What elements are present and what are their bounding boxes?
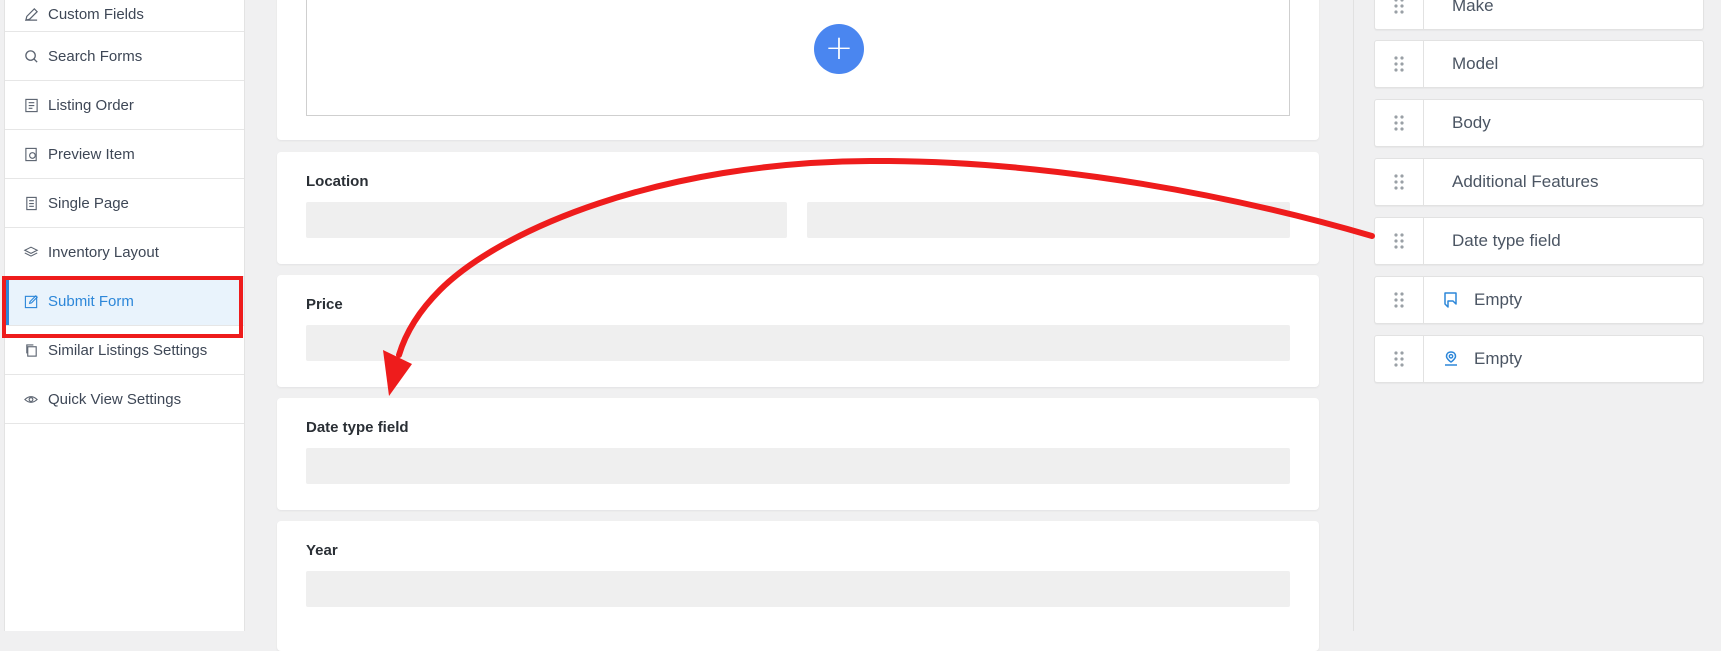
form-field-year[interactable]: Year	[277, 521, 1319, 651]
draggable-field-body[interactable]: Body	[1374, 99, 1704, 147]
bookmark-icon	[1442, 290, 1462, 310]
field-input-placeholder	[306, 448, 1290, 484]
sidebar-item-quick-view-settings[interactable]: Quick View Settings	[5, 375, 244, 424]
section-card: +	[277, 0, 1319, 140]
drag-handle-icon[interactable]	[1375, 0, 1424, 29]
sidebar-item-search-forms[interactable]: Search Forms	[5, 32, 244, 81]
field-name: Model	[1452, 54, 1499, 73]
sidebar-item-similar-listings-settings[interactable]: Similar Listings Settings	[5, 326, 244, 375]
sidebar-item-single-page[interactable]: Single Page	[5, 179, 244, 228]
draggable-field-empty[interactable]: Empty	[1374, 276, 1704, 324]
drag-handle-icon[interactable]	[1375, 277, 1424, 323]
sidebar-item-label: Submit Form	[48, 292, 134, 310]
field-input-placeholder	[306, 202, 787, 238]
field-name: Empty	[1474, 290, 1523, 309]
eye-icon	[23, 391, 39, 407]
sidebar-item-label: Single Page	[48, 194, 129, 212]
sidebar-item-label: Listing Order	[48, 96, 134, 114]
sidebar-item-label: Preview Item	[48, 145, 135, 163]
drag-handle-icon[interactable]	[1375, 100, 1424, 146]
drag-handle-icon[interactable]	[1375, 159, 1424, 205]
drag-handle-icon[interactable]	[1375, 41, 1424, 87]
sidebar-item-custom-fields[interactable]: Custom Fields	[5, 0, 244, 32]
sidebar-item-listing-order[interactable]: Listing Order	[5, 81, 244, 130]
page-icon	[23, 195, 39, 211]
field-label: Price	[306, 296, 343, 313]
form-field-price[interactable]: Price	[277, 275, 1319, 387]
sidebar-item-label: Quick View Settings	[48, 390, 182, 408]
field-label: Year	[306, 542, 338, 559]
sidebar-item-submit-form[interactable]: Submit Form	[5, 277, 244, 326]
sidebar-item-label: Similar Listings Settings	[48, 341, 208, 359]
field-input-placeholder	[306, 571, 1290, 607]
field-label: Date type field	[306, 419, 409, 436]
field-name: Make	[1452, 0, 1494, 15]
field-name: Additional Features	[1452, 172, 1599, 191]
sidebar-item-preview-item[interactable]: Preview Item	[5, 130, 244, 179]
map-pin-icon	[1442, 349, 1462, 369]
sidebar-item-label: Search Forms	[48, 47, 143, 65]
field-name: Empty	[1474, 349, 1523, 368]
sidebar-item-inventory-layout[interactable]: Inventory Layout	[5, 228, 244, 277]
field-name: Body	[1452, 113, 1491, 132]
form-field-date-type[interactable]: Date type field	[277, 398, 1319, 510]
available-fields-panel: Make Model Body Additional Features Date…	[1353, 0, 1721, 631]
draggable-field-date-type[interactable]: Date type field	[1374, 217, 1704, 265]
form-field-location[interactable]: Location	[277, 152, 1319, 264]
search-icon	[23, 48, 39, 64]
field-input-placeholder	[306, 325, 1290, 361]
draggable-field-additional-features[interactable]: Additional Features	[1374, 158, 1704, 206]
draggable-field-empty[interactable]: Empty	[1374, 335, 1704, 383]
drag-handle-icon[interactable]	[1375, 218, 1424, 264]
layers-icon	[23, 244, 39, 260]
field-label: Location	[306, 173, 369, 190]
copy-icon	[23, 342, 39, 358]
list-order-icon	[23, 97, 39, 113]
drag-handle-icon[interactable]	[1375, 336, 1424, 382]
settings-sidebar: Custom Fields Search Forms Listing Order…	[4, 0, 245, 631]
form-builder-canvas: + Location Price Date type field Year	[266, 0, 1328, 651]
field-input-placeholder	[807, 202, 1290, 238]
add-field-button[interactable]: +	[814, 24, 864, 74]
pencil-icon	[23, 7, 39, 23]
draggable-field-make[interactable]: Make	[1374, 0, 1704, 30]
field-name: Date type field	[1452, 231, 1561, 250]
preview-icon	[23, 146, 39, 162]
drop-zone[interactable]: +	[306, 0, 1290, 116]
sidebar-item-label: Inventory Layout	[48, 243, 159, 261]
edit-icon	[23, 293, 39, 309]
draggable-field-model[interactable]: Model	[1374, 40, 1704, 88]
sidebar-item-label: Custom Fields	[48, 6, 144, 23]
